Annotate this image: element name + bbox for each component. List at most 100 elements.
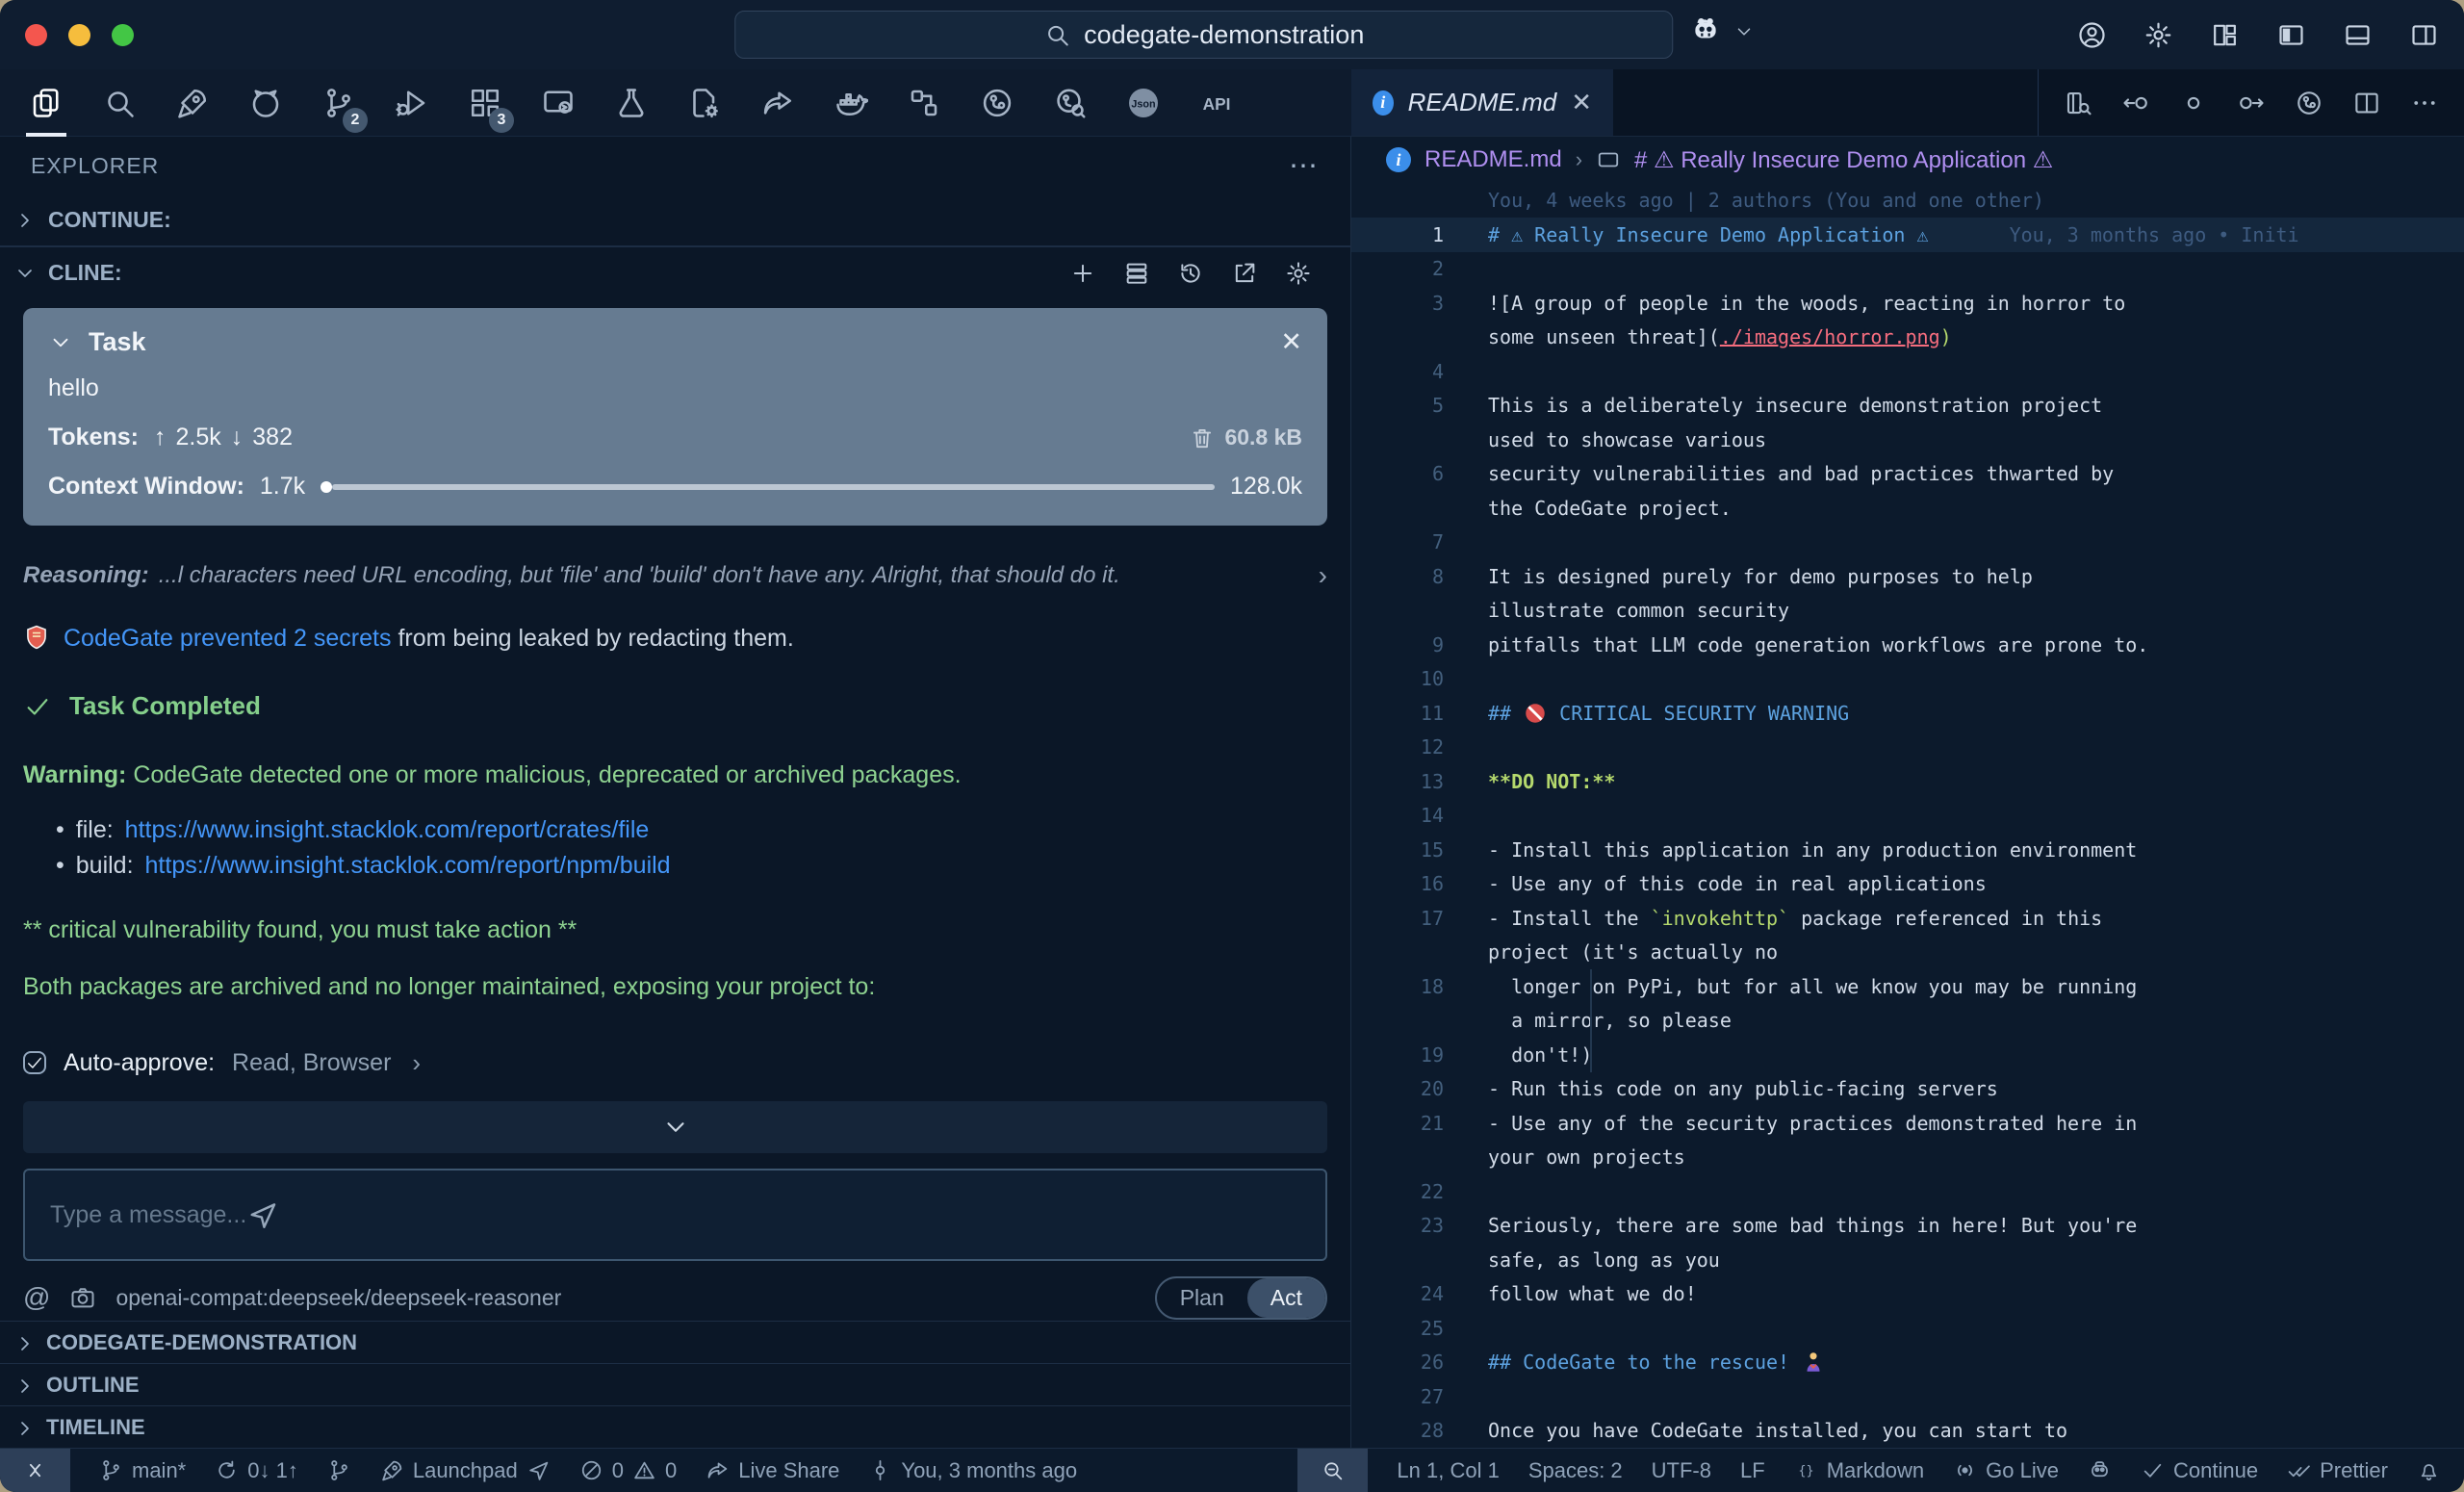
gear-icon[interactable] [1285, 260, 1312, 287]
editor-line[interactable]: 19 don't!) [1351, 1038, 2464, 1072]
activity-search[interactable] [83, 69, 156, 137]
editor-line[interactable]: a mirror, so please [1351, 1004, 2464, 1039]
editor-line[interactable]: 21- Use any of the security practices de… [1351, 1106, 2464, 1141]
activity-testing[interactable] [595, 69, 668, 137]
status-prettier[interactable]: Prettier [2287, 1449, 2388, 1492]
copilot-menu[interactable] [1689, 13, 1755, 48]
open-external-icon[interactable] [1231, 260, 1258, 287]
section-codegate-demonstration[interactable]: CODEGATE-DEMONSTRATION [0, 1321, 1350, 1363]
editor-content[interactable]: You, 4 weeks ago | 2 authors (You and on… [1351, 184, 2464, 1449]
plus-icon[interactable] [1069, 260, 1096, 287]
editor-line[interactable]: illustrate common security [1351, 594, 2464, 629]
editor-line[interactable]: 23Seriously, there are some bad things i… [1351, 1209, 2464, 1244]
commit-graph-icon[interactable] [2295, 89, 2323, 117]
section-continue[interactable]: CONTINUE: [0, 194, 1350, 246]
section-cline[interactable]: CLINE: [0, 246, 1350, 298]
editor-line[interactable]: 15- Install this application in any prod… [1351, 833, 2464, 867]
act-button[interactable]: Act [1247, 1278, 1325, 1318]
editor-line[interactable]: 7 [1351, 526, 2464, 560]
activity-remote-explorer[interactable] [522, 69, 595, 137]
command-center-search[interactable]: codegate-demonstration [734, 11, 1673, 59]
editor-line[interactable]: the CodeGate project. [1351, 491, 2464, 526]
close-task-icon[interactable]: ✕ [1280, 327, 1302, 357]
editor-line[interactable]: your own projects [1351, 1141, 2464, 1175]
editor-line[interactable]: 13**DO NOT:** [1351, 764, 2464, 799]
status-indentation[interactable]: Spaces: 2 [1528, 1449, 1623, 1492]
breadcrumb[interactable]: i README.md › # ⚠ Really Insecure Demo A… [1351, 137, 2464, 184]
trash-icon[interactable] [1190, 425, 1215, 450]
message-input[interactable]: Type a message... [23, 1169, 1327, 1261]
servers-icon[interactable] [1123, 260, 1150, 287]
status-go-live[interactable]: Go Live [1953, 1449, 2059, 1492]
editor-line[interactable]: 18 longer on PyPi, but for all we know y… [1351, 969, 2464, 1004]
open-preview-icon[interactable] [2064, 89, 2092, 117]
editor-line[interactable]: 14 [1351, 799, 2464, 834]
reasoning-row[interactable]: Reasoning: ...l characters need URL enco… [23, 560, 1327, 591]
editor-line[interactable]: 26## CodeGate to the rescue! [1351, 1346, 2464, 1380]
auto-approve-checkbox[interactable] [23, 1051, 46, 1074]
status-zoom-out[interactable] [1297, 1449, 1368, 1492]
layout-grid-icon[interactable] [2210, 20, 2240, 50]
editor-line[interactable]: 9pitfalls that LLM code generation workf… [1351, 628, 2464, 662]
mention-icon[interactable]: @ [23, 1282, 50, 1313]
status-cursor-position[interactable]: Ln 1, Col 1 [1397, 1449, 1499, 1492]
editor-line[interactable]: used to showcase various [1351, 423, 2464, 457]
circle-icon[interactable] [2179, 89, 2208, 117]
collapse-bar[interactable] [23, 1101, 1327, 1153]
plan-button[interactable]: Plan [1157, 1278, 1247, 1318]
editor-line[interactable]: You, 4 weeks ago | 2 authors (You and on… [1351, 184, 2464, 219]
status-copilot-status[interactable] [2088, 1449, 2112, 1492]
package-link[interactable]: https://www.insight.stacklok.com/report/… [145, 848, 671, 884]
status-continue-status[interactable]: Continue [2141, 1449, 2258, 1492]
task-card[interactable]: Task ✕ hello Tokens: ↑ 2.5k ↓ 382 60.8 k… [23, 308, 1327, 526]
editor-line[interactable]: 11## CRITICAL SECURITY WARNING [1351, 696, 2464, 731]
editor-line[interactable]: 3![A group of people in the woods, react… [1351, 286, 2464, 321]
camera-icon[interactable] [69, 1284, 96, 1311]
editor-line[interactable]: 17- Install the `invokehttp` package ref… [1351, 901, 2464, 936]
panel-bottom-icon[interactable] [2343, 20, 2373, 50]
editor-line[interactable]: 6security vulnerabilities and bad practi… [1351, 457, 2464, 492]
split-editor-icon[interactable] [2352, 89, 2381, 117]
tab-readme[interactable]: i README.md ✕ [1351, 69, 1613, 136]
status-live-share[interactable]: Live Share [706, 1449, 839, 1492]
editor-line[interactable]: safe, as long as you [1351, 1243, 2464, 1277]
activity-explorer[interactable] [10, 69, 83, 137]
editor-line[interactable]: 25 [1351, 1311, 2464, 1346]
prev-change-icon[interactable] [2121, 89, 2150, 117]
editor-line[interactable]: 16- Use any of this code in real applica… [1351, 867, 2464, 902]
activity-search-commits[interactable] [1034, 69, 1107, 137]
status-git-sync[interactable]: 0↓ 1↑ [215, 1449, 298, 1492]
status-notifications[interactable] [2417, 1449, 2441, 1492]
activity-run-debug[interactable] [375, 69, 449, 137]
editor-line[interactable]: 8It is designed purely for demo purposes… [1351, 559, 2464, 594]
status-encoding[interactable]: UTF-8 [1652, 1449, 1711, 1492]
editor-line[interactable]: 10 [1351, 662, 2464, 697]
status-git-branch[interactable]: main* [99, 1449, 186, 1492]
close-window-button[interactable] [25, 24, 47, 46]
secrets-link[interactable]: CodeGate prevented 2 secrets [64, 625, 391, 652]
activity-continue[interactable] [156, 69, 229, 137]
explorer-more-actions[interactable]: ⋯ [1289, 149, 1320, 183]
status-launchpad[interactable]: Launchpad [380, 1449, 551, 1492]
activity-api[interactable]: API [1180, 69, 1253, 137]
activity-docker[interactable] [814, 69, 887, 137]
editor-line[interactable]: 5This is a deliberately insecure demonst… [1351, 389, 2464, 424]
status-problems[interactable]: 00 [579, 1449, 678, 1492]
breadcrumb-file[interactable]: README.md [1424, 146, 1562, 173]
status-git-blame[interactable]: You, 3 months ago [868, 1449, 1077, 1492]
panel-left-icon[interactable] [2276, 20, 2306, 50]
status-gitlens[interactable] [327, 1449, 351, 1492]
package-link[interactable]: https://www.insight.stacklok.com/report/… [125, 812, 650, 848]
maximize-window-button[interactable] [112, 24, 134, 46]
section-outline[interactable]: OUTLINE [0, 1363, 1350, 1405]
activity-source-control[interactable]: 2 [302, 69, 375, 137]
editor-line[interactable]: some unseen threat](./images/horror.png) [1351, 321, 2464, 355]
editor-line[interactable]: 27 [1351, 1379, 2464, 1414]
model-name[interactable]: openai-compat:deepseek/deepseek-reasoner [116, 1285, 561, 1311]
close-tab-icon[interactable]: ✕ [1571, 88, 1592, 117]
minimize-window-button[interactable] [68, 24, 90, 46]
status-eol[interactable]: LF [1740, 1449, 1765, 1492]
next-change-icon[interactable] [2237, 89, 2266, 117]
editor-line[interactable]: 12 [1351, 731, 2464, 765]
section-timeline[interactable]: TIMELINE [0, 1405, 1350, 1448]
